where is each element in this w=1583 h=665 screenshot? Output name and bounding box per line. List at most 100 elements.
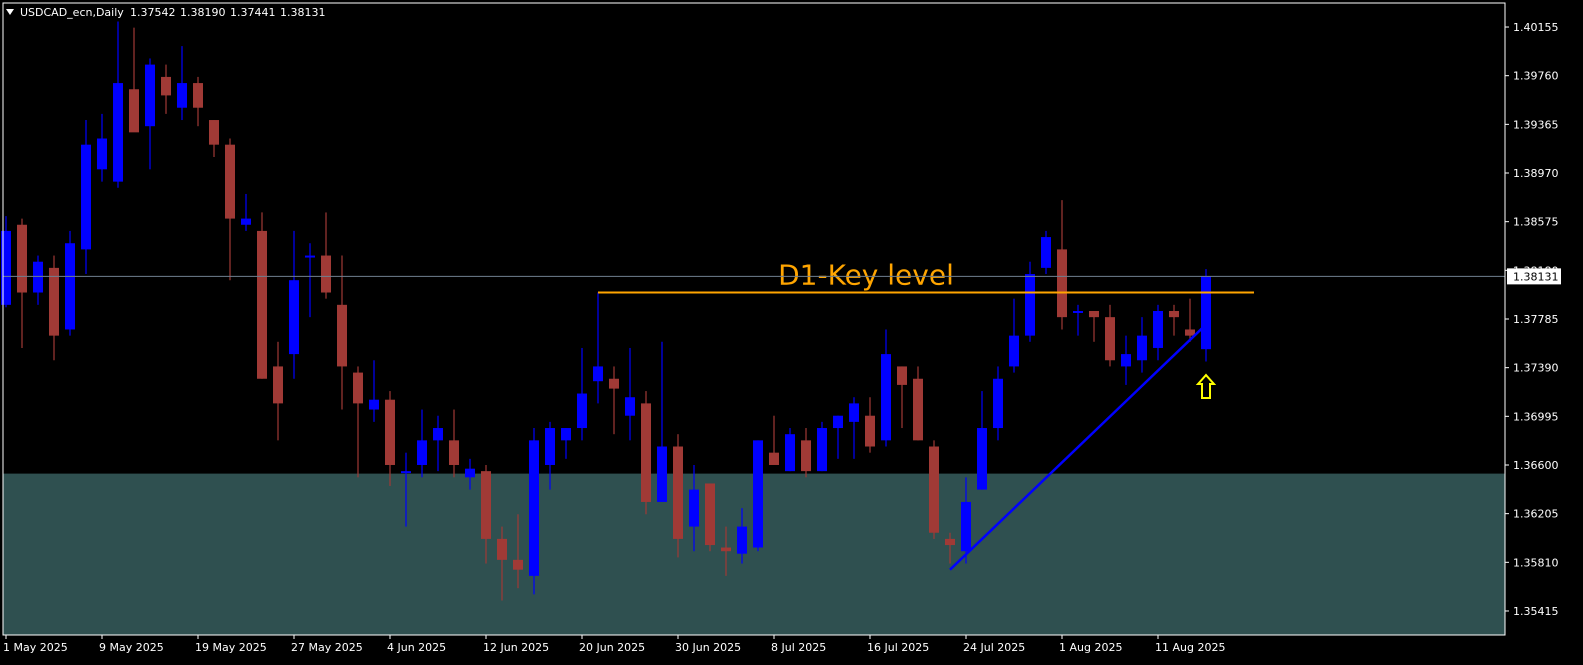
candle-body [1169, 310, 1179, 318]
chart-terminal[interactable]: 1.40155 1.39760 1.39365 1.38970 1.38575 1.381… [0, 0, 1583, 665]
candle[interactable] [1201, 269, 1211, 362]
candle-body [161, 76, 171, 96]
candle-body [657, 446, 667, 502]
time-tick-label: 30 Jun 2025 [675, 641, 741, 654]
candle-body [417, 440, 427, 465]
candle-body [769, 452, 779, 465]
candle-body [17, 224, 27, 293]
price-tick-label: 1.39365 [1513, 118, 1559, 131]
ohlc-low: 1.37441 [230, 6, 276, 19]
candle[interactable] [1041, 230, 1051, 275]
current-price-value: 1.38131 [1513, 270, 1559, 283]
candle-body [753, 440, 763, 548]
candle[interactable] [785, 428, 795, 472]
candle-body [897, 366, 907, 385]
price-tick-label: 1.39760 [1513, 70, 1559, 83]
candle-body [849, 403, 859, 422]
candle-body [65, 243, 75, 330]
candle-body [289, 280, 299, 355]
candle-body [1009, 335, 1019, 367]
time-tick-label: 11 Aug 2025 [1155, 641, 1225, 654]
time-tick-label: 16 Jul 2025 [867, 641, 929, 654]
price-tick-label: 1.38575 [1513, 216, 1559, 229]
candle-body [625, 397, 635, 416]
candle[interactable] [929, 440, 939, 539]
time-tick-label: 27 May 2025 [291, 641, 363, 654]
candle-body [593, 366, 603, 382]
price-tick-label: 1.37785 [1513, 313, 1559, 326]
candle-body [1137, 335, 1147, 361]
candle[interactable] [257, 212, 267, 379]
candle-body [673, 446, 683, 539]
candle[interactable] [673, 434, 683, 558]
candle[interactable] [641, 391, 651, 515]
ohlc-close: 1.38131 [280, 6, 326, 19]
candle-body [545, 428, 555, 465]
candle-body [993, 378, 1003, 429]
candle-body [705, 483, 715, 546]
ohlc-high: 1.38190 [180, 6, 226, 19]
candle-body [129, 89, 139, 133]
price-tick-label: 1.38970 [1513, 167, 1559, 180]
candle-body [1057, 249, 1067, 318]
candle-body [177, 83, 187, 108]
candle[interactable] [65, 230, 75, 336]
time-tick-label: 1 Aug 2025 [1059, 641, 1122, 654]
candle-body [865, 415, 875, 447]
candle-body [1089, 310, 1099, 318]
candle-body [369, 399, 379, 410]
candle-body [1041, 237, 1051, 268]
candle-body [577, 393, 587, 429]
candle-body [49, 267, 59, 336]
candle-body [209, 120, 219, 145]
candle-body [321, 255, 331, 293]
time-tick-label: 20 Jun 2025 [579, 641, 645, 654]
candle-body [801, 440, 811, 472]
symbol-title: USDCAD_ecn,Daily [20, 6, 124, 19]
current-price-tag: 1.38131 [1507, 268, 1561, 285]
price-tick-label: 1.37390 [1513, 362, 1559, 375]
candle[interactable] [817, 421, 827, 472]
time-tick-label: 12 Jun 2025 [483, 641, 549, 654]
candle-body [1185, 329, 1195, 336]
candle-body [817, 428, 827, 472]
candle[interactable] [529, 428, 539, 595]
price-tick-label: 1.40155 [1513, 21, 1559, 34]
candle-body [193, 83, 203, 108]
candle-body [721, 547, 731, 552]
candle-body [337, 304, 347, 367]
candle-body [385, 399, 395, 465]
candle-body [961, 501, 971, 552]
candle-body [257, 230, 267, 379]
candle-body [433, 428, 443, 441]
candle-body [401, 471, 411, 474]
candle-body [1121, 354, 1131, 367]
candle-body [497, 538, 507, 560]
candle-body [513, 559, 523, 570]
candle[interactable] [705, 483, 715, 552]
candle-body [1025, 274, 1035, 336]
candle-body [609, 378, 619, 389]
candle-body [945, 538, 955, 546]
candle-body [913, 378, 923, 441]
candle-body [977, 428, 987, 490]
ohlc-open: 1.37542 [130, 6, 176, 19]
candle[interactable] [753, 440, 763, 552]
price-tick-label: 1.36205 [1513, 508, 1559, 521]
candle-body [689, 489, 699, 527]
price-tick-label: 1.36995 [1513, 410, 1559, 423]
time-tick-label: 1 May 2025 [3, 641, 68, 654]
candle-body [881, 354, 891, 441]
candle-body [273, 366, 283, 404]
candle-body [353, 372, 363, 404]
price-tick-label: 1.36600 [1513, 459, 1559, 472]
candle-body [113, 83, 123, 182]
candle-body [33, 261, 43, 293]
candle-body [1153, 310, 1163, 348]
candle-body [1105, 317, 1115, 361]
candle-body [737, 526, 747, 554]
candle-body [481, 471, 491, 539]
candle-body [305, 255, 315, 258]
candle-body [833, 415, 843, 429]
candle-body [1073, 310, 1083, 313]
